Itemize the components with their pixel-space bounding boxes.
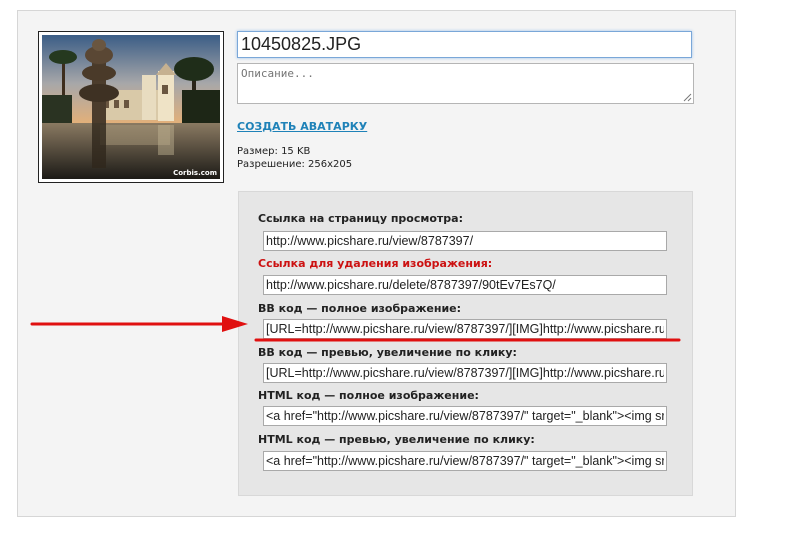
- delete-link-field[interactable]: [263, 275, 667, 295]
- bb-preview-label: BB код — превью, увеличение по клику:: [258, 346, 517, 359]
- description-input[interactable]: [237, 63, 694, 104]
- file-size-text: Размер: 15 KB: [237, 146, 311, 157]
- html-full-label: HTML код — полное изображение:: [258, 389, 479, 402]
- bb-full-field[interactable]: [263, 319, 667, 339]
- delete-link-label: Ссылка для удаления изображения:: [258, 257, 493, 270]
- view-page-link-label: Ссылка на страницу просмотра:: [258, 212, 463, 225]
- resolution-text: Разрешение: 256x205: [237, 159, 353, 170]
- image-thumbnail[interactable]: Corbis.com: [38, 31, 224, 183]
- html-preview-field[interactable]: [263, 451, 667, 471]
- bb-preview-field[interactable]: [263, 363, 667, 383]
- filename-input[interactable]: [237, 31, 692, 58]
- html-full-field[interactable]: [263, 406, 667, 426]
- html-preview-label: HTML код — превью, увеличение по клику:: [258, 433, 535, 446]
- thumbnail-photo: [42, 35, 220, 179]
- bb-full-label: BB код — полное изображение:: [258, 302, 462, 315]
- create-avatar-link[interactable]: СОЗДАТЬ АВАТАРКУ: [237, 120, 367, 133]
- thumbnail-credit: Corbis.com: [173, 169, 217, 177]
- resize-grip-icon[interactable]: [683, 93, 692, 102]
- page: Corbis.com СОЗДАТЬ АВАТАРКУ Размер: 15 K…: [0, 0, 793, 540]
- view-page-link-field[interactable]: [263, 231, 667, 251]
